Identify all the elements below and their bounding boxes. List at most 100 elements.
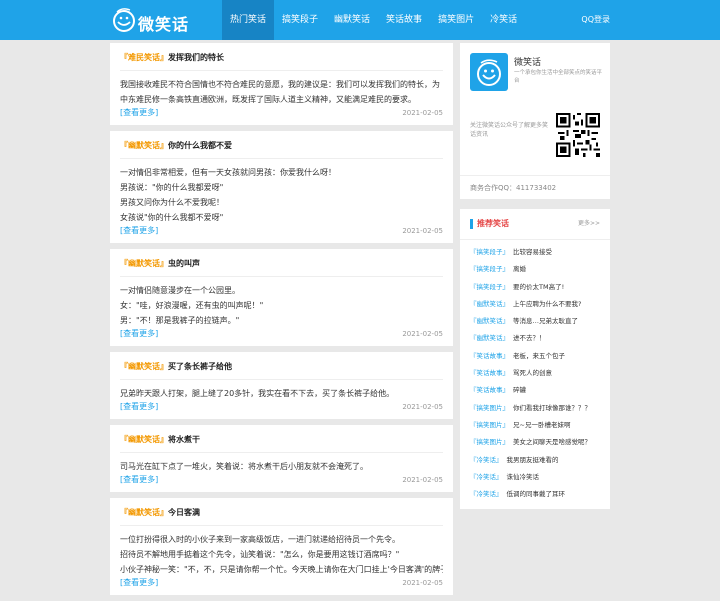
nav-item-stories[interactable]: 笑话故事	[378, 0, 430, 40]
recommended-item[interactable]: 『冷笑话』 诛仙冷笑话	[460, 469, 610, 486]
post-title-text[interactable]: 今日客满	[168, 508, 200, 517]
top-header: 微笑话 热门笑话 搞笑段子 幽默笑话 笑话故事 搞笑图片 冷笑话 QQ登录	[0, 0, 720, 40]
recommended-item[interactable]: 『幽默笑话』 进不去？！	[460, 330, 610, 347]
brand-description: 一个承包你生活中全部笑点的笑话平台	[514, 70, 603, 84]
recommended-item-title[interactable]: 兄~兄一卧槽老妹啊	[513, 421, 570, 429]
recommended-item-title[interactable]: 低调的同事戴了耳环	[507, 490, 566, 498]
read-more-link[interactable]: [查看更多]	[120, 329, 158, 338]
post-title-text[interactable]: 你的什么我都不爱	[168, 141, 232, 150]
post-body: 司马光在缸下点了一堆火，笑着说：将水煮干后小朋友就不会淹死了。	[120, 459, 443, 474]
recommended-item[interactable]: 『冷笑话』 我男朋友挺难看的	[460, 452, 610, 469]
recommended-item[interactable]: 『搞笑段子』 要的价太TM高了!	[460, 279, 610, 296]
post-title[interactable]: 『幽默笑话』今日客满	[120, 505, 443, 520]
post-title[interactable]: 『幽默笑话』虫的叫声	[120, 256, 443, 271]
post-body: 兄弟昨天跟人打架，腿上缝了20多针，我实在看不下去，买了条长裤子给他。	[120, 386, 443, 401]
recommended-item-title[interactable]: 进不去？！	[513, 334, 546, 342]
post-title[interactable]: 『幽默笑话』你的什么我都不爱	[120, 138, 443, 153]
post-line: 男孩说："你的什么我都爱呀"	[120, 183, 224, 192]
recommended-item-category[interactable]: 『搞笑图片』	[470, 421, 509, 429]
post-title[interactable]: 『幽默笑话』买了条长裤子给他	[120, 359, 443, 374]
recommended-more-link[interactable]: 更多>>	[578, 209, 600, 239]
post-category[interactable]: 『幽默笑话』	[120, 508, 168, 517]
recommended-item[interactable]: 『搞笑图片』 兄~兄一卧槽老妹啊	[460, 417, 610, 434]
post-body: 我国接收难民不符合国情也不符合难民的意愿，我的建议是：我们可以发挥我们的特长，为…	[120, 77, 443, 107]
post-title[interactable]: 『幽默笑话』将水煮干	[120, 432, 443, 447]
read-more-link[interactable]: [查看更多]	[120, 402, 158, 411]
recommended-item-category[interactable]: 『幽默笑话』	[470, 300, 509, 308]
recommended-item[interactable]: 『冷笑话』 低调的同事戴了耳环	[460, 486, 610, 503]
nav-item-cold-jokes[interactable]: 冷笑话	[482, 0, 525, 40]
recommended-item[interactable]: 『搞笑段子』 离婚	[460, 261, 610, 278]
recommended-item-category[interactable]: 『笑话故事』	[470, 352, 509, 360]
recommended-item[interactable]: 『幽默笑话』 等消息…兄弟太耿直了	[460, 313, 610, 330]
recommended-item-title[interactable]: 骂死人的创意	[513, 369, 552, 377]
post-category[interactable]: 『幽默笑话』	[120, 435, 168, 444]
qq-login-link[interactable]: QQ登录	[581, 0, 610, 40]
site-logo[interactable]: 微笑话	[112, 6, 216, 34]
recommended-item[interactable]: 『搞笑图片』 美女之间聊天是啥感觉呢？	[460, 434, 610, 451]
smile-logo-icon	[477, 59, 501, 86]
recommended-item-title[interactable]: 上午应聘为什么不要我?	[513, 300, 581, 308]
recommended-item-category[interactable]: 『搞笑段子』	[470, 248, 509, 256]
recommended-item-category[interactable]: 『搞笑图片』	[470, 404, 509, 412]
post-footer: [查看更多] 2021-02-05	[120, 328, 443, 340]
post-category[interactable]: 『幽默笑话』	[120, 362, 168, 371]
read-more-link[interactable]: [查看更多]	[120, 578, 158, 587]
read-more-link[interactable]: [查看更多]	[120, 226, 158, 235]
recommended-item-category[interactable]: 『搞笑图片』	[470, 438, 509, 446]
recommended-item-category[interactable]: 『搞笑段子』	[470, 283, 509, 291]
post-title-text[interactable]: 买了条长裤子给他	[168, 362, 232, 371]
recommended-item-title[interactable]: 诛仙冷笑话	[507, 473, 540, 481]
recommended-item-title[interactable]: 等消息…兄弟太耿直了	[513, 317, 578, 325]
recommended-item-category[interactable]: 『冷笑话』	[470, 473, 503, 481]
post-date: 2021-02-05	[402, 403, 443, 411]
sidebar: 微笑话 一个承包你生活中全部笑点的笑话平台 关注微笑话公众号了解更多笑话资讯 商…	[460, 43, 610, 519]
recommended-item-category[interactable]: 『冷笑话』	[470, 490, 503, 498]
recommended-item-title[interactable]: 我男朋友挺难看的	[507, 456, 559, 464]
nav-item-funny-jokes[interactable]: 搞笑段子	[274, 0, 326, 40]
post-line: 小伙子神秘一笑："不，不，只是请你帮一个忙。今天晚上请你在大门口挂上'今日客满'…	[120, 565, 443, 574]
nav-item-hot[interactable]: 热门笑话	[222, 0, 275, 40]
post-footer: [查看更多] 2021-02-05	[120, 225, 443, 237]
post-category[interactable]: 『幽默笑话』	[120, 141, 168, 150]
recommended-item-category[interactable]: 『笑话故事』	[470, 386, 509, 394]
recommended-item-category[interactable]: 『幽默笑话』	[470, 317, 509, 325]
post-line: 一对情侣非常相爱，但有一天女孩就问男孩：你爱我什么呀！	[120, 168, 336, 177]
post-title-text[interactable]: 将水煮干	[168, 435, 200, 444]
recommended-item[interactable]: 『笑话故事』 老板，来五个包子	[460, 348, 610, 365]
recommended-title: 推荐笑话	[477, 219, 509, 228]
post-title-text[interactable]: 虫的叫声	[168, 259, 200, 268]
recommended-item-category[interactable]: 『冷笑话』	[470, 456, 503, 464]
recommended-item[interactable]: 『搞笑图片』 你们看我打球像那谁？？？	[460, 400, 610, 417]
recommended-item-category[interactable]: 『幽默笑话』	[470, 334, 509, 342]
recommended-item-category[interactable]: 『搞笑段子』	[470, 265, 509, 273]
read-more-link[interactable]: [查看更多]	[120, 108, 158, 117]
recommended-item-title[interactable]: 离婚	[513, 265, 526, 273]
recommended-item[interactable]: 『笑话故事』 碎罐	[460, 382, 610, 399]
nav-item-humor[interactable]: 幽默笑话	[326, 0, 378, 40]
recommended-item[interactable]: 『搞笑段子』 比较容易接受	[460, 244, 610, 261]
post-line: 我国接收难民不符合国情也不符合难民的意愿，我的建议是：我们可以发挥我们的特长，为	[120, 80, 440, 89]
recommended-item[interactable]: 『笑话故事』 骂死人的创意	[460, 365, 610, 382]
post-list: 『难民笑话』发挥我们的特长 我国接收难民不符合国情也不符合难民的意愿，我的建议是…	[110, 43, 453, 601]
post-date: 2021-02-05	[402, 330, 443, 338]
recommended-item-title[interactable]: 你们看我打球像那谁？？？	[513, 404, 591, 412]
read-more-link[interactable]: [查看更多]	[120, 475, 158, 484]
recommended-item[interactable]: 『幽默笑话』 上午应聘为什么不要我?	[460, 296, 610, 313]
post-line: 中东难民修一条高铁直通欧洲，既发挥了国际人道主义精神，又能满足难民的要求。	[120, 95, 416, 104]
post-title[interactable]: 『难民笑话』发挥我们的特长	[120, 50, 443, 65]
recommended-item-title[interactable]: 比较容易接受	[513, 248, 552, 256]
divider	[120, 379, 443, 380]
recommended-item-title[interactable]: 碎罐	[513, 386, 526, 394]
post-date: 2021-02-05	[402, 109, 443, 117]
nav-item-pictures[interactable]: 搞笑图片	[430, 0, 482, 40]
recommended-item-title[interactable]: 美女之间聊天是啥感觉呢？	[513, 438, 591, 446]
post-category[interactable]: 『幽默笑话』	[120, 259, 168, 268]
post-category[interactable]: 『难民笑话』	[120, 53, 168, 62]
recommended-item-category[interactable]: 『笑话故事』	[470, 369, 509, 377]
recommended-item-title[interactable]: 老板，来五个包子	[513, 352, 565, 360]
recommended-item-title[interactable]: 要的价太TM高了!	[513, 283, 564, 291]
post-title-text[interactable]: 发挥我们的特长	[168, 53, 224, 62]
brand-card: 微笑话 一个承包你生活中全部笑点的笑话平台 关注微笑话公众号了解更多笑话资讯 商…	[460, 43, 610, 199]
business-contact: 商务合作QQ：411733402	[460, 175, 610, 199]
